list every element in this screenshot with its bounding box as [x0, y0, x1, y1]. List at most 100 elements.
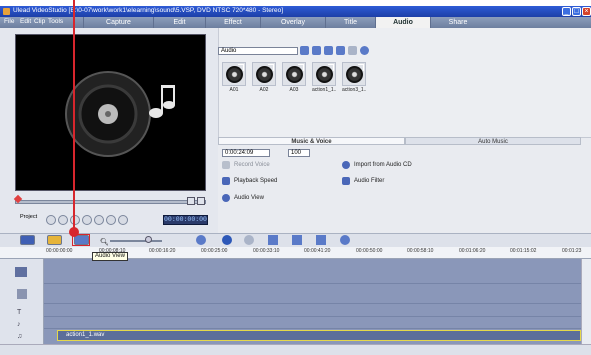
import-cd-button[interactable]: Import from Audio CD: [342, 160, 412, 170]
undo-icon[interactable]: [244, 235, 254, 245]
menu-clip[interactable]: Clip: [34, 18, 45, 25]
tab-music-voice[interactable]: Music & Voice: [218, 137, 405, 145]
scrub-bar[interactable]: [15, 200, 206, 204]
overlay-track-icon[interactable]: [17, 289, 27, 299]
volume-field[interactable]: 100: [288, 149, 310, 157]
delete-icon[interactable]: [348, 46, 357, 55]
ruler-tick: 00:00:33:10: [253, 248, 280, 254]
audio-view-button[interactable]: Audio View: [222, 193, 264, 203]
ruler-tick: 00:00:50:00: [356, 248, 383, 254]
ruler-tick: 00:01:06:20: [459, 248, 486, 254]
browse-icon[interactable]: [300, 46, 309, 55]
video-track-icon[interactable]: [15, 267, 27, 277]
tab-overlay[interactable]: Overlay: [260, 17, 325, 28]
vertical-scrollbar[interactable]: [581, 259, 591, 344]
preview-timecode[interactable]: 00:00:00:00: [163, 215, 208, 225]
menu-tools[interactable]: Tools: [48, 18, 63, 25]
track-manager-icon[interactable]: [292, 235, 302, 245]
audio-view-label: Audio View: [234, 195, 264, 201]
library-clip[interactable]: [342, 62, 366, 86]
fit-icon[interactable]: [196, 235, 206, 245]
tab-effect[interactable]: Effect: [205, 17, 260, 28]
track-divider: [44, 303, 581, 304]
storyboard-view-button[interactable]: [20, 235, 35, 245]
clip-label: action1_1...: [312, 87, 336, 93]
trim-in-button[interactable]: [187, 197, 195, 205]
split-icon[interactable]: [268, 235, 278, 245]
mix-icon[interactable]: [340, 235, 350, 245]
play-button[interactable]: [46, 215, 56, 225]
title-track-icon[interactable]: T: [17, 309, 21, 316]
timeline-view-button[interactable]: [47, 235, 62, 245]
music-track-icon[interactable]: ♫: [17, 333, 22, 340]
minimize-button[interactable]: _: [562, 7, 571, 16]
restore-button[interactable]: □: [572, 7, 581, 16]
tab-share[interactable]: Share: [430, 17, 485, 28]
track-divider: [44, 328, 581, 329]
clip-label: A02: [259, 87, 269, 93]
audio-clip[interactable]: action1_1.wav: [57, 330, 581, 341]
smart-proxy-icon[interactable]: [316, 235, 326, 245]
menu-edit[interactable]: Edit: [20, 18, 31, 25]
tab-capture[interactable]: Capture: [83, 17, 153, 28]
library-category-select[interactable]: Audio: [218, 47, 298, 55]
preview-window: [15, 34, 206, 191]
voice-track-icon[interactable]: ♪: [17, 321, 21, 328]
ruler-tick: 00:00:25:00: [201, 248, 228, 254]
tab-auto-music[interactable]: Auto Music: [405, 137, 581, 145]
playback-speed-button[interactable]: Playback Speed: [222, 176, 277, 186]
volume-button[interactable]: [118, 215, 128, 225]
menu-file[interactable]: File: [4, 18, 14, 25]
timeline-ruler[interactable]: [0, 247, 591, 259]
library-clip[interactable]: [222, 62, 246, 86]
ruler-tick: 00:00:41:20: [304, 248, 331, 254]
repeat-button[interactable]: [106, 215, 116, 225]
audio-disc-graphic: [65, 71, 175, 157]
horizontal-scrollbar[interactable]: [0, 344, 591, 355]
folder-icon[interactable]: [312, 46, 321, 55]
cd-icon[interactable]: [336, 46, 345, 55]
trim-out-button[interactable]: [197, 197, 205, 205]
playback-speed-label: Playback Speed: [234, 178, 278, 184]
tab-edit[interactable]: Edit: [153, 17, 205, 28]
insert-icon[interactable]: [222, 235, 232, 245]
ruler-tick: 00:00:58:10: [407, 248, 434, 254]
zoom-slider-thumb[interactable]: [145, 236, 152, 243]
project-label: Project: [20, 214, 38, 220]
clip-label: action3_1...: [342, 87, 366, 93]
cd-import-icon: [342, 161, 350, 169]
tooltip: Audio View: [92, 252, 128, 261]
zoom-out-icon[interactable]: 🔍︎: [100, 238, 109, 246]
expand-icon[interactable]: [360, 46, 369, 55]
ruler-tick: 00:01:15:02: [510, 248, 537, 254]
import-icon[interactable]: [324, 46, 333, 55]
prev-frame-button[interactable]: [70, 215, 80, 225]
close-button[interactable]: ×: [582, 7, 591, 16]
library-clip[interactable]: [252, 62, 276, 86]
audio-filter-label: Audio Filter: [354, 178, 385, 184]
window-title: Ulead VideoStudio [E:\0-07\work\work1\el…: [13, 7, 284, 14]
microphone-icon: [222, 161, 230, 169]
audio-view-icon: [222, 194, 230, 202]
clip-label: A03: [289, 87, 299, 93]
next-frame-button[interactable]: [82, 215, 92, 225]
home-button[interactable]: [58, 215, 68, 225]
track-headers: T ♪ ♫: [0, 259, 44, 344]
zoom-slider[interactable]: [110, 240, 162, 242]
speed-icon: [222, 177, 230, 185]
audio-filter-button[interactable]: Audio Filter: [342, 176, 384, 186]
library-clip[interactable]: [312, 62, 336, 86]
library-clip[interactable]: [282, 62, 306, 86]
import-cd-label: Import from Audio CD: [354, 162, 412, 168]
track-divider: [44, 283, 581, 284]
clip-label: A01: [229, 87, 239, 93]
duration-field[interactable]: 0:00:24:09: [222, 149, 270, 157]
record-voice-button[interactable]: Record Voice: [222, 160, 270, 170]
end-button[interactable]: [94, 215, 104, 225]
tab-audio[interactable]: Audio: [375, 17, 430, 28]
tab-title[interactable]: Title: [325, 17, 375, 28]
filter-icon: [342, 177, 350, 185]
menu-bar: File Edit Clip Tools Capture Edit Effect…: [0, 17, 591, 28]
title-bar: Ulead VideoStudio [E:\0-07\work\work1\el…: [0, 6, 591, 17]
ruler-tick: 00:00:16:20: [149, 248, 176, 254]
